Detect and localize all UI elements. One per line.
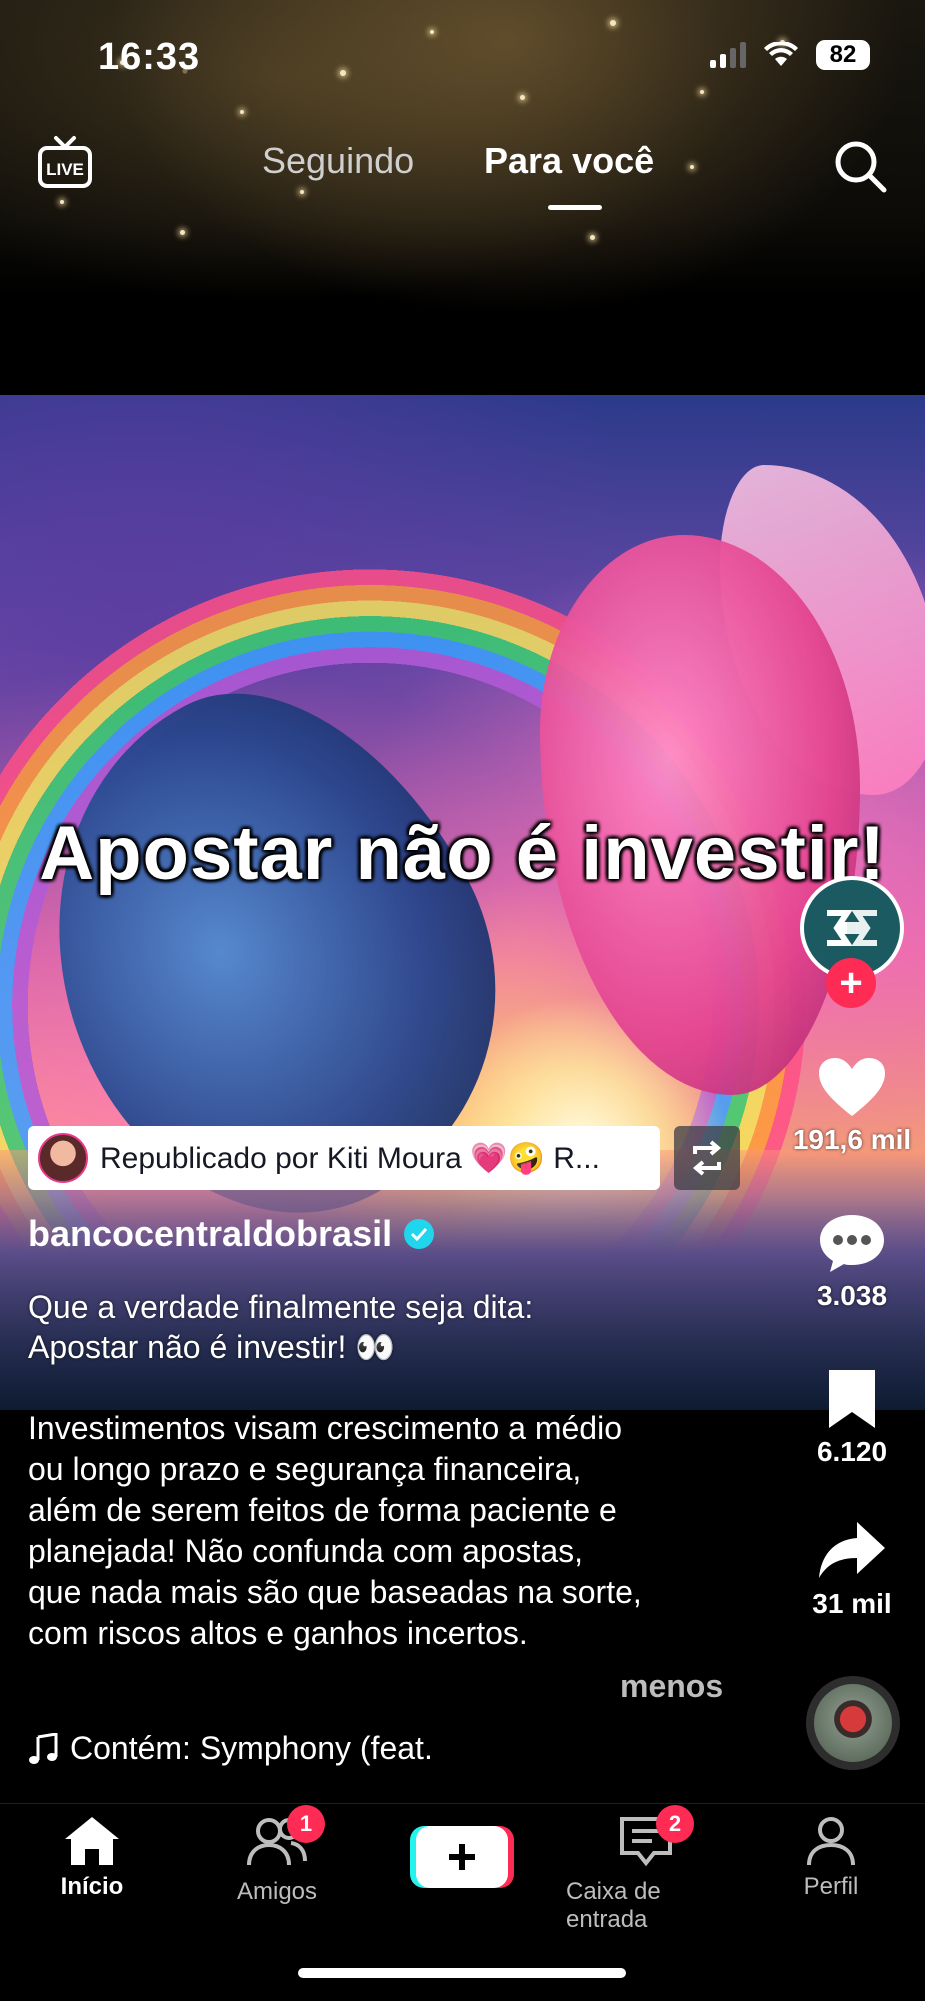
heart-icon xyxy=(819,1058,885,1116)
home-indicator[interactable] xyxy=(298,1968,626,1978)
description-line: Investimentos visam crescimento a médio xyxy=(28,1410,622,1446)
sparkle xyxy=(300,190,304,194)
nav-inbox[interactable]: 2 Caixa de entrada xyxy=(566,1805,726,1934)
status-time: 16:33 xyxy=(98,36,201,78)
caption-line: Apostar não é investir! 👀 xyxy=(28,1329,396,1365)
nav-home-label: Início xyxy=(60,1873,124,1900)
like-button[interactable]: 191,6 mil xyxy=(792,1056,912,1156)
inbox-icon-wrap: 2 xyxy=(618,1805,694,1872)
share-button[interactable]: 31 mil xyxy=(792,1520,912,1620)
share-count: 31 mil xyxy=(812,1588,892,1619)
share-arrow-icon xyxy=(819,1522,885,1578)
tab-following[interactable]: Seguindo xyxy=(262,140,414,182)
username-row[interactable]: bancocentraldobrasil xyxy=(28,1213,435,1255)
sparkle xyxy=(60,200,64,204)
sparkle xyxy=(340,70,346,76)
repost-text: Republicado por Kiti Moura 💗🤪 R... xyxy=(100,1141,600,1175)
sparkle xyxy=(430,30,434,34)
wifi-icon xyxy=(764,42,798,66)
description-line: ou longo prazo e segurança financeira, xyxy=(28,1451,582,1487)
nav-home[interactable]: Início xyxy=(12,1815,172,1901)
status-icons: 82 xyxy=(710,40,870,70)
search-icon[interactable] xyxy=(830,136,890,196)
sparkle xyxy=(590,235,595,240)
cellular-signal-icon xyxy=(710,42,746,68)
music-note-icon xyxy=(29,1732,58,1764)
friends-badge: 1 xyxy=(287,1805,325,1843)
music-row[interactable]: Contém: Symphony (feat. xyxy=(28,1730,433,1767)
music-title: Contém: Symphony (feat. xyxy=(70,1730,433,1766)
repost-banner[interactable]: Republicado por Kiti Moura 💗🤪 R... xyxy=(28,1126,660,1190)
inbox-badge: 2 xyxy=(656,1805,694,1843)
tab-for-you[interactable]: Para você xyxy=(484,140,654,182)
comment-count: 3.038 xyxy=(816,1280,888,1311)
see-less-link[interactable]: menos xyxy=(620,1668,723,1705)
bookmark-icon xyxy=(829,1370,875,1428)
username[interactable]: bancocentraldobrasil xyxy=(28,1213,392,1255)
reposter-avatar xyxy=(38,1133,88,1183)
svg-text:LIVE: LIVE xyxy=(46,160,84,179)
home-icon xyxy=(65,1817,119,1865)
sparkle xyxy=(610,20,616,26)
sparkle xyxy=(240,110,244,114)
repost-icon xyxy=(692,1140,722,1176)
description-line: planejada! Não confunda com apostas, xyxy=(28,1533,584,1569)
follow-button[interactable]: + xyxy=(826,958,876,1008)
music-disc-icon[interactable] xyxy=(806,1676,900,1770)
profile-icon xyxy=(807,1817,855,1866)
post-description: Investimentos visam crescimento a médio … xyxy=(28,1408,748,1654)
battery-indicator: 82 xyxy=(816,40,870,70)
nav-friends-label: Amigos xyxy=(236,1878,318,1905)
description-line: com riscos altos e ganhos incertos. xyxy=(28,1615,528,1651)
sparkle xyxy=(180,230,185,235)
nav-friends[interactable]: 1 Amigos xyxy=(197,1805,357,1906)
sparkle xyxy=(520,95,525,100)
comment-button[interactable]: 3.038 xyxy=(792,1212,912,1312)
live-icon[interactable]: LIVE xyxy=(36,134,94,192)
description-line: além de serem feitos de forma paciente e xyxy=(28,1492,617,1528)
verified-badge-icon xyxy=(404,1219,435,1249)
caption-line: Que a verdade finalmente seja dita: xyxy=(28,1289,534,1325)
nav-profile[interactable]: Perfil xyxy=(751,1815,911,1901)
save-button[interactable]: 6.120 xyxy=(792,1368,912,1468)
friends-icon-wrap: 1 xyxy=(247,1805,325,1872)
bank-logo-icon xyxy=(827,910,877,946)
video-overlay-text: Apostar não é investir! xyxy=(39,811,886,896)
nav-profile-label: Perfil xyxy=(803,1873,859,1900)
save-count: 6.120 xyxy=(816,1436,888,1467)
description-line: que nada mais são que baseadas na sorte, xyxy=(28,1574,642,1610)
like-count: 191,6 mil xyxy=(792,1124,912,1155)
sparkle xyxy=(700,90,704,94)
repost-button[interactable] xyxy=(674,1126,740,1190)
sparkle xyxy=(690,165,694,169)
comment-icon xyxy=(820,1215,884,1272)
create-button[interactable] xyxy=(410,1826,514,1888)
active-tab-indicator xyxy=(548,205,602,210)
nav-inbox-label: Caixa de entrada xyxy=(566,1878,661,1933)
